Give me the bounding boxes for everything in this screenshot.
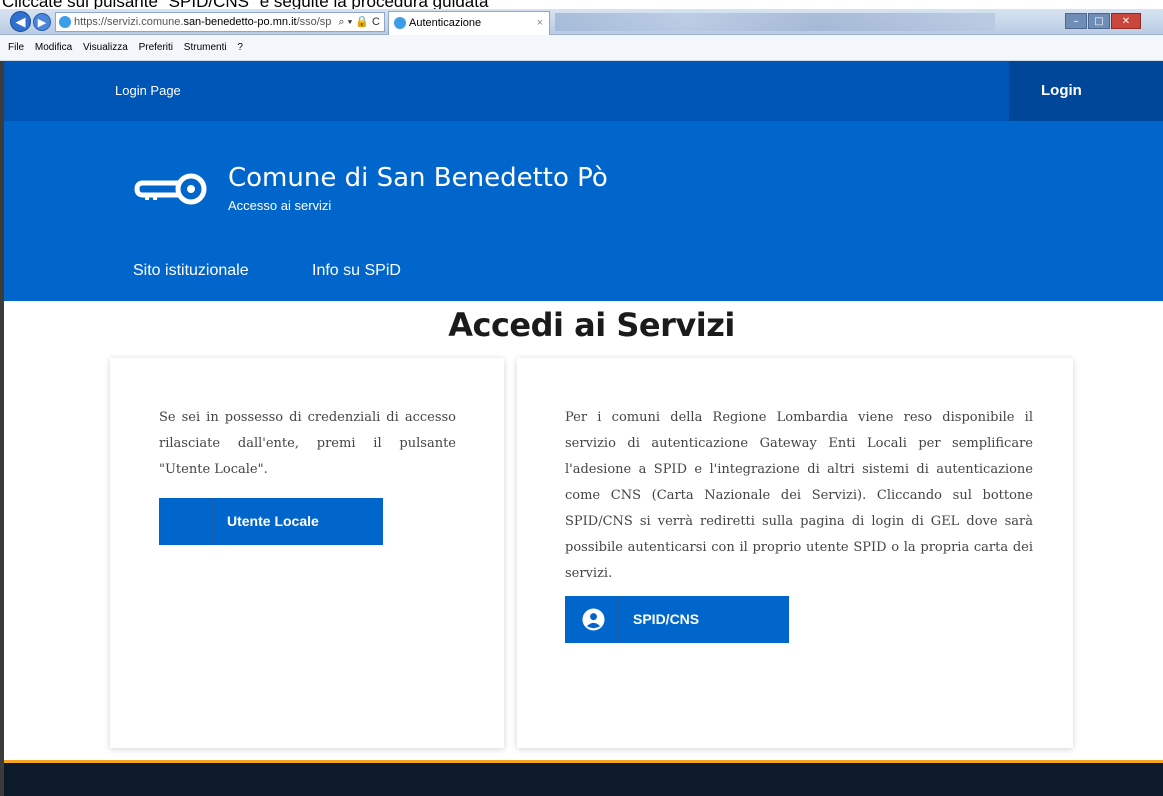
spid-cns-label: SPID/CNS [633,611,700,627]
user-icon [582,608,605,631]
url-path: /sso/sp [296,16,332,28]
menu-file[interactable]: File [8,42,24,53]
nav-info-spid[interactable]: Info su SPiD [312,262,401,280]
utente-locale-label: Utente Locale [227,513,319,529]
login-button[interactable]: Login [1009,61,1163,121]
ie-icon [59,16,71,28]
menu-visualizza[interactable]: Visualizza [83,42,128,53]
button-divider [618,596,619,643]
local-user-card: Se sei in possesso di credenziali di acc… [110,358,504,748]
address-tools[interactable]: ⌕ ▾ 🔒 C [338,13,380,31]
site-subtitle: Accesso ai servizi [228,198,332,213]
button-divider [212,498,213,545]
utente-locale-button[interactable]: Utente Locale [159,498,383,545]
minimize-icon[interactable]: – [1065,13,1087,29]
forward-icon[interactable]: ▶ [33,13,51,31]
address-url: https://servizi.comune.san-benedetto-po.… [74,13,331,31]
window-controls: – □ ✕ [1064,9,1141,29]
top-bar: Login Page Login [4,61,1163,121]
nav-sito-istituzionale[interactable]: Sito istituzionale [133,262,249,280]
tab-autenticazione[interactable]: Autenticazione × [388,11,550,35]
back-icon[interactable]: ◀ [10,11,31,32]
site-title: Comune di San Benedetto Pò [228,163,608,193]
tab-title: Autenticazione [409,17,482,29]
menu-help[interactable]: ? [237,42,243,53]
browser-toolbar: ◀ ▶ https://servizi.comune.san-benedetto… [0,9,1163,35]
site-header: Comune di San Benedetto Pò Accesso ai se… [4,121,1163,301]
close-icon[interactable]: ✕ [1111,13,1141,29]
menu-modifica[interactable]: Modifica [35,42,72,53]
ie-tab-icon [394,17,406,29]
page-title: Accedi ai Servizi [448,306,735,344]
url-domain: san-benedetto-po.mn.it [183,16,297,28]
address-bar[interactable]: https://servizi.comune.san-benedetto-po.… [55,12,385,32]
local-user-description: Se sei in possesso di credenziali di acc… [159,410,456,477]
spid-cns-button[interactable]: SPID/CNS [565,596,789,643]
menu-preferiti[interactable]: Preferiti [139,42,173,53]
url-prefix: https://servizi.comune. [74,16,184,28]
key-icon [134,173,207,205]
footer [4,763,1163,796]
other-tabs [555,13,995,31]
login-page-link[interactable]: Login Page [115,61,181,121]
menu-bar: File Modifica Visualizza Preferiti Strum… [0,35,1163,61]
tab-close-icon[interactable]: × [537,12,543,34]
maximize-icon[interactable]: □ [1088,13,1110,29]
menu-strumenti[interactable]: Strumenti [184,42,227,53]
spid-card: Per i comuni della Regione Lombardia vie… [517,358,1073,748]
spid-description: Per i comuni della Regione Lombardia vie… [565,410,1033,581]
